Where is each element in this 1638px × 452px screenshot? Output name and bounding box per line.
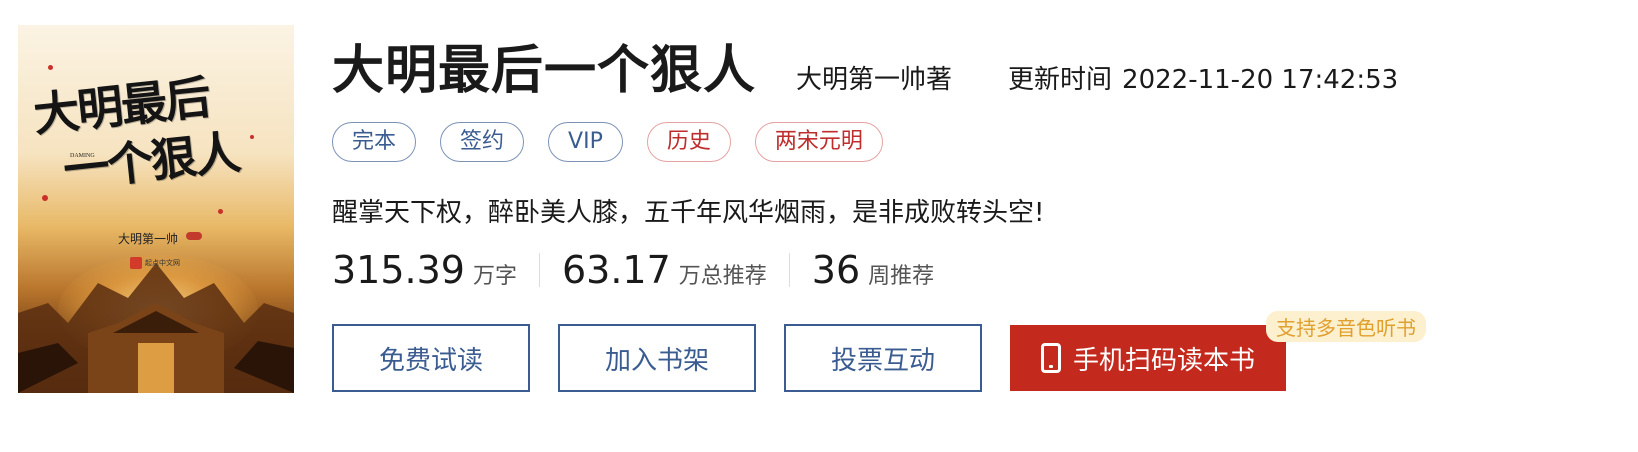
stat-word-count: 315.39 万字 — [332, 248, 517, 292]
cover-title: 大明最后 一个狠人 — [30, 69, 242, 198]
cover-red-dot — [42, 195, 48, 201]
tag-vip: VIP — [548, 122, 623, 162]
stat-value: 63.17 — [561, 248, 671, 292]
book-cover[interactable]: 大明最后 一个狠人 DAMING 大明第一帅 起点中文网 — [18, 25, 294, 393]
stat-divider — [788, 253, 790, 287]
publisher-name: 起点中文网 — [145, 259, 180, 267]
tag-list: 完本 签约 VIP 历史 两宋元明 — [332, 122, 883, 162]
tag-category[interactable]: 历史 — [646, 122, 731, 162]
book-title[interactable]: 大明最后一个狠人 — [332, 28, 756, 103]
read-free-button[interactable]: 免费试读 — [332, 324, 530, 392]
scan-button-label: 手机扫码读本书 — [1072, 345, 1255, 376]
update-time: 2022-11-20 17:42:53 — [1122, 65, 1399, 95]
scan-to-read-button[interactable]: 手机扫码读本书 支持多音色听书 — [1010, 311, 1426, 391]
tag-status: 完本 — [332, 122, 417, 162]
stat-value: 315.39 — [332, 248, 465, 292]
phone-icon — [1040, 343, 1061, 373]
tag-signed: 签约 — [440, 122, 525, 162]
stat-total-recommend: 63.17 万总推荐 — [562, 248, 767, 292]
cover-red-dot — [218, 209, 223, 214]
stats-row: 315.39 万字 63.17 万总推荐 36 周推荐 — [332, 248, 934, 292]
cover-latin-caption: DAMING — [70, 153, 95, 159]
cover-red-dot — [48, 65, 53, 70]
add-to-shelf-button[interactable]: 加入书架 — [558, 324, 756, 392]
tag-subcategory[interactable]: 两宋元明 — [754, 122, 883, 162]
publisher-logo-icon — [130, 257, 142, 269]
cover-publisher: 起点中文网 — [130, 257, 180, 269]
book-author[interactable]: 大明第一帅著 — [796, 59, 952, 96]
book-intro: 醒掌天下权，醉卧美人膝，五千年风华烟雨，是非成败转头空! — [332, 198, 1045, 228]
audio-support-badge: 支持多音色听书 — [1266, 311, 1426, 342]
update-label: 更新时间 — [1008, 65, 1113, 95]
book-info: 大明最后一个狠人 大明第一帅著 更新时间 2022-11-20 17:42:53… — [332, 0, 1638, 452]
action-bar: 免费试读 加入书架 投票互动 手机扫码读本书 支持多音色听书 — [332, 311, 1426, 392]
stat-unit: 万字 — [472, 264, 517, 289]
cover-author: 大明第一帅 — [118, 232, 179, 246]
stat-divider — [538, 253, 540, 287]
stat-unit: 周推荐 — [868, 264, 935, 289]
cover-seal — [186, 232, 202, 240]
cover-red-dot — [250, 135, 254, 139]
title-row: 大明最后一个狠人 大明第一帅著 更新时间 2022-11-20 17:42:53 — [332, 28, 1398, 103]
stat-value: 36 — [811, 248, 861, 292]
stat-unit: 万总推荐 — [678, 264, 767, 289]
stat-weekly-recommend: 36 周推荐 — [812, 248, 934, 292]
vote-button[interactable]: 投票互动 — [784, 324, 982, 392]
